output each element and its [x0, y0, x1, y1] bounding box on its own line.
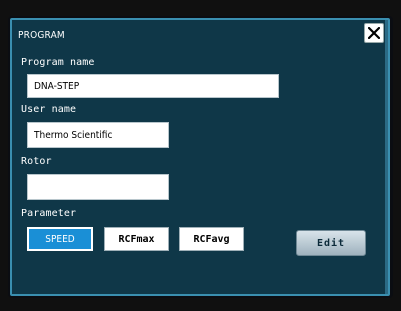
user-name-field[interactable]: Thermo Scientific	[27, 122, 169, 148]
dialog-title: PROGRAM	[18, 30, 65, 41]
program-name-label: Program name	[21, 57, 95, 68]
scrollbar	[385, 20, 388, 294]
parameter-rcfmax-button[interactable]: RCFmax	[104, 227, 169, 251]
rotor-label: Rotor	[21, 156, 52, 167]
parameter-rcfavg-button[interactable]: RCFavg	[179, 227, 244, 251]
rotor-field[interactable]	[27, 174, 169, 200]
program-dialog: PROGRAM Program name DNA-STEP User name …	[10, 18, 390, 296]
close-icon	[368, 27, 380, 39]
parameter-label: Parameter	[21, 208, 77, 219]
program-name-field[interactable]: DNA-STEP	[27, 74, 279, 98]
close-button[interactable]	[364, 23, 384, 43]
parameter-speed-button[interactable]: SPEED	[27, 227, 93, 251]
user-name-label: User name	[21, 104, 77, 115]
edit-button[interactable]: Edit	[296, 230, 366, 256]
